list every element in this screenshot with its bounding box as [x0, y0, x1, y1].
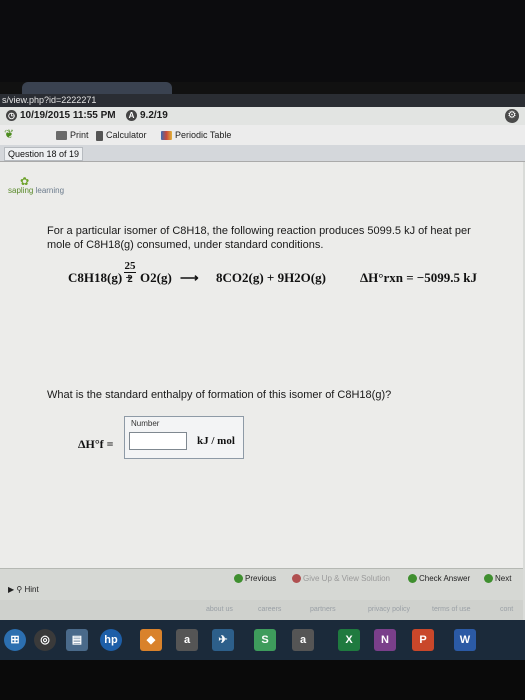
answer-input[interactable] [129, 432, 187, 450]
monitor-bezel-top [0, 0, 525, 82]
datetime: ◷ 10/19/2015 11:55 PM [6, 109, 116, 123]
app-icon[interactable]: ◆ [140, 629, 162, 651]
sapling-learning-logo: sapling learning [8, 186, 64, 196]
fraction-numerator: 25 [124, 260, 136, 273]
clock-icon: ◷ [6, 109, 17, 121]
browser-screen: s/view.php?id=2222271 ◷ 10/19/2015 11:55 … [0, 94, 525, 620]
periodic-table-icon [161, 131, 172, 141]
amazon-icon[interactable]: a [176, 629, 198, 651]
amazon-icon-2[interactable]: a [292, 629, 314, 651]
equation-fraction: 25 2 [124, 260, 136, 285]
unit-label: kJ / mol [197, 435, 235, 447]
calculator-label: Calculator [106, 130, 147, 140]
network-icon[interactable]: ✈ [212, 629, 234, 651]
question-content: ✿ sapling learning For a particular isom… [0, 162, 523, 568]
previous-button[interactable]: Previous [234, 574, 276, 584]
printer-icon [56, 131, 67, 141]
footer-link-partners[interactable]: partners [310, 606, 336, 613]
footer-link-careers[interactable]: careers [258, 606, 281, 613]
footer-link-terms[interactable]: terms of use [432, 606, 471, 613]
previous-icon [234, 574, 243, 584]
spotify-icon[interactable]: S [254, 629, 276, 651]
question-nav-bar: Previous Give Up & View Solution Check A… [0, 568, 523, 601]
check-answer-button[interactable]: Check Answer [408, 574, 470, 584]
equation-arrow: ⟶ [180, 270, 199, 285]
give-up-label: Give Up & View Solution [303, 574, 391, 583]
give-up-icon [292, 574, 301, 584]
leaf-icon: ❦ [4, 127, 15, 141]
onenote-icon[interactable]: N [374, 629, 396, 651]
url-text: s/view.php?id=2222271 [2, 95, 97, 105]
reaction-enthalpy: ΔH°rxn = −5099.5 kJ [360, 270, 478, 285]
number-label: Number [131, 419, 160, 428]
next-label: Next [495, 574, 512, 583]
check-icon [408, 574, 417, 584]
number-answer-box: Number kJ / mol [124, 416, 244, 459]
assignment-info-bar: ◷ 10/19/2015 11:55 PM A 9.2/19 ⚙ [0, 107, 525, 126]
next-icon [484, 574, 493, 584]
datetime-text: 10/19/2015 11:55 PM [20, 110, 116, 121]
print-label: Print [70, 130, 89, 140]
address-bar[interactable]: s/view.php?id=2222271 [0, 94, 525, 107]
footer-link-privacy[interactable]: privacy policy [368, 606, 410, 613]
footer-link-about[interactable]: about us [206, 606, 233, 613]
question-prompt: For a particular isomer of C8H18, the fo… [47, 225, 471, 251]
logo-text-2: learning [35, 186, 65, 195]
score-icon: A [126, 109, 137, 121]
question-counter[interactable]: Question 18 of 19 [4, 147, 84, 161]
tools-toolbar: ❦ Print Calculator Periodic Table [0, 125, 525, 146]
monitor-bezel-bottom [0, 660, 525, 700]
calculator-button[interactable]: Calculator [96, 129, 147, 141]
check-label: Check Answer [419, 574, 471, 583]
explorer-icon[interactable]: ▤ [66, 629, 88, 651]
score: A 9.2/19 [126, 109, 168, 123]
footer: about us careers partners privacy policy… [0, 600, 523, 620]
previous-label: Previous [245, 574, 277, 583]
windows-taskbar: ⊞ ◎ ▤ hp ◆ a ✈ S a X N P W [0, 620, 525, 660]
logo-text-1: sapling [8, 186, 34, 195]
periodic-table-button[interactable]: Periodic Table [161, 129, 231, 141]
browser-tab[interactable] [22, 82, 172, 94]
fraction-denominator: 2 [127, 273, 133, 285]
hint-label: Hint [24, 585, 39, 594]
question-bar: Question 18 of 19 [0, 145, 525, 162]
start-icon[interactable]: ⊞ [4, 629, 26, 651]
hint-arrow-icon: ▶ ⚲ [8, 585, 25, 594]
powerpoint-icon[interactable]: P [412, 629, 434, 651]
footer-link-contact[interactable]: cont [500, 606, 513, 613]
print-button[interactable]: Print [56, 129, 89, 141]
periodic-table-label: Periodic Table [175, 130, 232, 140]
excel-icon[interactable]: X [338, 629, 360, 651]
calculator-icon [96, 130, 103, 141]
equation-oxygen: O2(g) [140, 270, 172, 285]
equation-products: 8CO2(g) + 9H2O(g) [216, 270, 326, 285]
hp-icon[interactable]: hp [100, 629, 122, 651]
answer-label: ΔH°f = [78, 437, 114, 451]
gear-icon[interactable]: ⚙ [505, 109, 519, 123]
score-text: 9.2/19 [140, 110, 168, 121]
hint-button[interactable]: ▶ ⚲ Hint [8, 585, 39, 594]
word-icon[interactable]: W [454, 629, 476, 651]
question-ask: What is the standard enthalpy of formati… [47, 389, 392, 401]
give-up-button[interactable]: Give Up & View Solution [292, 574, 390, 584]
next-button[interactable]: Next [484, 574, 511, 584]
chrome-icon[interactable]: ◎ [34, 629, 56, 651]
